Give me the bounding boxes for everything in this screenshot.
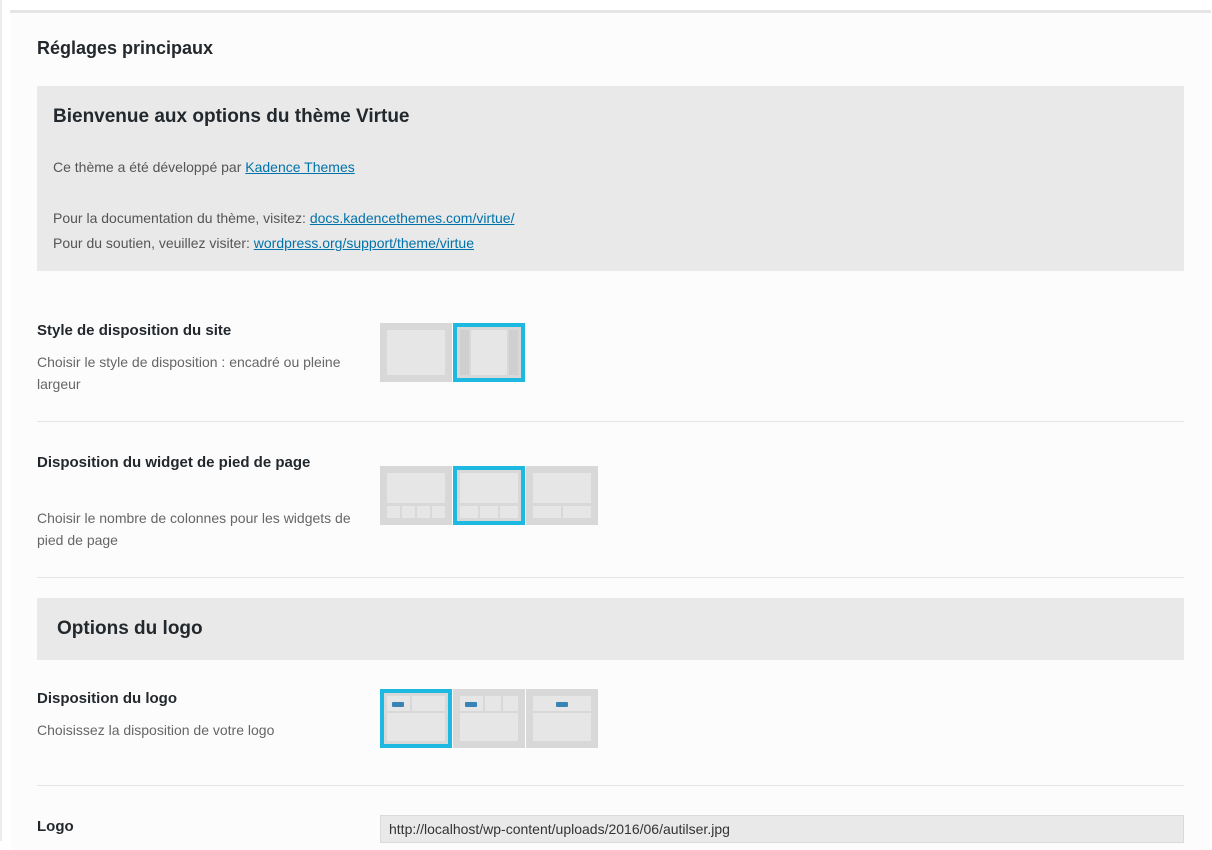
welcome-box: Bienvenue aux options du thème Virtue Ce… bbox=[37, 86, 1184, 271]
welcome-title: Bienvenue aux options du thème Virtue bbox=[53, 106, 410, 127]
divider bbox=[37, 577, 1184, 578]
layout-boxed-option[interactable] bbox=[380, 323, 452, 382]
docs-link[interactable]: docs.kadencethemes.com/virtue/ bbox=[310, 210, 515, 226]
docs-text: Pour la documentation du thème, visitez:… bbox=[53, 210, 514, 226]
footer-layout-label: Disposition du widget de pied de page bbox=[37, 454, 311, 471]
left-edge bbox=[0, 0, 2, 841]
logo-icon bbox=[556, 702, 568, 707]
layout-wide-option[interactable] bbox=[453, 323, 525, 382]
footer-3-columns-option[interactable] bbox=[453, 466, 525, 525]
developed-prefix: Ce thème a été développé par bbox=[53, 159, 246, 175]
divider bbox=[37, 785, 1184, 786]
logo-left-option[interactable] bbox=[380, 689, 452, 748]
logo-options-title: Options du logo bbox=[57, 618, 203, 639]
support-link[interactable]: wordpress.org/support/theme/virtue bbox=[254, 235, 474, 251]
logo-left-menu-option[interactable] bbox=[453, 689, 525, 748]
site-layout-description: Choisir le style de disposition : encadr… bbox=[37, 354, 341, 392]
footer-2-columns-option[interactable] bbox=[526, 466, 598, 525]
logo-layout-description: Choisissez la disposition de votre logo bbox=[37, 722, 275, 738]
logo-url-field[interactable] bbox=[380, 815, 1184, 843]
section-title: Réglages principaux bbox=[37, 38, 214, 58]
footer-4-columns-option[interactable] bbox=[380, 466, 452, 525]
logo-options-header: Options du logo bbox=[37, 598, 1184, 660]
kadence-link[interactable]: Kadence Themes bbox=[245, 159, 354, 175]
site-layout-label: Style de disposition du site bbox=[37, 322, 232, 339]
logo-icon bbox=[465, 702, 477, 707]
logo-icon bbox=[392, 702, 404, 707]
developed-by-text: Ce thème a été développé par Kadence The… bbox=[53, 159, 355, 175]
divider bbox=[37, 421, 1184, 422]
logo-label: Logo bbox=[37, 818, 74, 835]
support-text: Pour du soutien, veuillez visiter: wordp… bbox=[53, 235, 474, 251]
logo-center-option[interactable] bbox=[526, 689, 598, 748]
support-prefix: Pour du soutien, veuillez visiter: bbox=[53, 235, 254, 251]
footer-layout-description: Choisir le nombre de colonnes pour les w… bbox=[37, 510, 351, 548]
docs-prefix: Pour la documentation du thème, visitez: bbox=[53, 210, 310, 226]
logo-layout-label: Disposition du logo bbox=[37, 690, 177, 707]
